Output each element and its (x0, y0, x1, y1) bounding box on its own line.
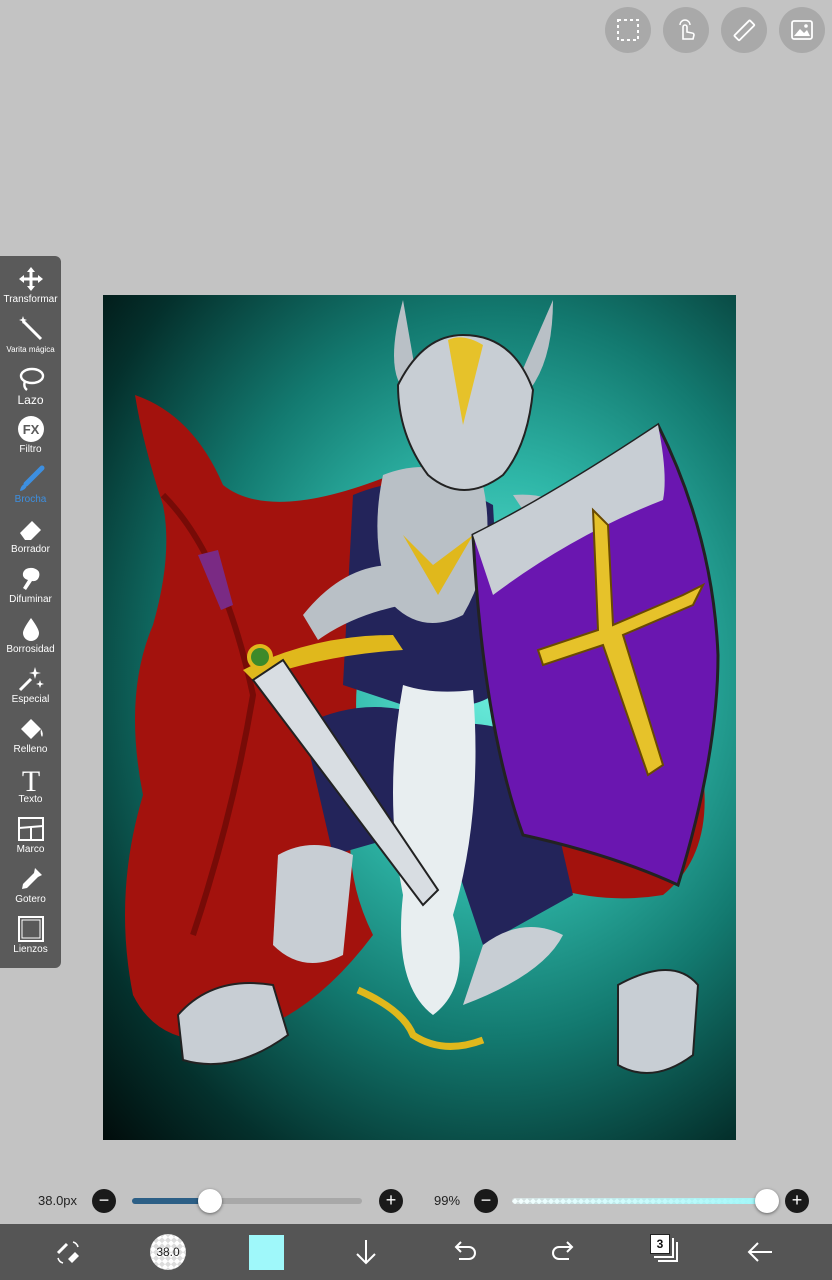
blur-drop-icon (22, 618, 39, 641)
opacity-slider-knob[interactable] (755, 1189, 779, 1213)
download-arrow-icon (356, 1240, 376, 1265)
opacity-value: 99% (434, 1193, 461, 1208)
brush-size-button[interactable]: 38.0 (150, 1234, 186, 1270)
back-button[interactable] (742, 1234, 778, 1270)
tool-label: Lienzos (13, 944, 48, 955)
tool-label: Varita mágica (6, 345, 55, 354)
opacity-slider[interactable] (512, 1189, 779, 1213)
svg-text:T: T (21, 765, 39, 793)
redo-icon (552, 1241, 574, 1260)
ruler-icon (733, 19, 756, 42)
lasso-icon (19, 367, 44, 391)
swap-tools-icon (56, 1241, 79, 1264)
tool-special[interactable]: Especial (0, 664, 61, 714)
back-arrow-icon (747, 1242, 772, 1262)
touch-gesture-icon (679, 19, 695, 40)
save-download-button[interactable] (348, 1234, 384, 1270)
text-t-icon: T (21, 765, 39, 793)
fill-bucket-icon (20, 719, 43, 739)
tool-label: Relleno (13, 744, 48, 755)
tool-canvas[interactable]: Lienzos (0, 914, 61, 964)
tool-label: Marco (16, 844, 45, 855)
brush-size-label: 38.0 (156, 1245, 180, 1259)
tool-eyedropper[interactable]: Gotero (0, 864, 61, 914)
selection-button[interactable] (605, 7, 651, 53)
tool-label: Texto (18, 794, 43, 805)
touch-gesture-button[interactable] (663, 7, 709, 53)
tool-label: Borrosidad (6, 644, 55, 655)
tool-label: Lazo (17, 393, 44, 407)
size-increase-button[interactable]: + (379, 1189, 403, 1213)
tool-label: Borrador (11, 544, 50, 555)
sparkle-wand-icon (18, 667, 44, 692)
tool-text[interactable]: T Texto (0, 764, 61, 814)
opacity-decrease-button[interactable]: − (474, 1189, 498, 1213)
tool-label: Especial (11, 694, 50, 705)
swap-tools-button[interactable] (50, 1234, 86, 1270)
tool-label: Difuminar (9, 594, 52, 605)
tool-filter[interactable]: FX Filtro (0, 414, 61, 464)
tool-transform[interactable]: Transformar (0, 264, 61, 314)
tool-sidebar: Transformar Varita mágica Lazo FX Filtro… (0, 256, 61, 968)
opacity-increase-button[interactable]: + (785, 1189, 809, 1213)
undo-button[interactable] (446, 1234, 482, 1270)
move-arrows-icon (18, 267, 43, 291)
undo-icon (454, 1241, 476, 1260)
tool-frame[interactable]: Marco (0, 814, 61, 864)
brush-sliders: 38.0px − + 99% − + (0, 1186, 832, 1216)
smudge-finger-icon (22, 567, 39, 590)
color-swatch[interactable] (249, 1235, 284, 1270)
brush-size-value: 38.0px (38, 1193, 78, 1208)
size-slider-knob[interactable] (198, 1189, 222, 1213)
tool-smudge[interactable]: Difuminar (0, 564, 61, 614)
tool-lasso[interactable]: Lazo (0, 364, 61, 414)
magic-wand-icon (18, 316, 42, 341)
selection-icon (617, 19, 639, 41)
brush-icon (19, 465, 44, 491)
tool-eraser[interactable]: Borrador (0, 514, 61, 564)
fx-icon: FX (17, 416, 44, 442)
redo-button[interactable] (546, 1234, 582, 1270)
ruler-button[interactable] (721, 7, 767, 53)
tool-magic-wand[interactable]: Varita mágica (0, 314, 61, 364)
canvas-icon (17, 916, 44, 942)
tool-label: Gotero (15, 894, 46, 905)
reference-image-icon (791, 20, 813, 40)
tool-fill[interactable]: Relleno (0, 714, 61, 764)
frame-divider-icon (17, 817, 44, 841)
tool-label: Filtro (19, 444, 42, 455)
eyedropper-icon (21, 868, 42, 889)
bottom-toolbar: 38.0 3 (0, 1224, 832, 1280)
tool-brush[interactable]: Brocha (0, 464, 61, 514)
size-decrease-button[interactable]: − (92, 1189, 116, 1213)
tool-label: Brocha (14, 494, 47, 505)
knight-artwork (125, 300, 720, 1074)
svg-text:FX: FX (22, 422, 39, 437)
drawing-canvas[interactable] (103, 295, 736, 1140)
eraser-icon (19, 521, 41, 540)
opacity-slider-fill (512, 1198, 767, 1204)
tool-blur[interactable]: Borrosidad (0, 614, 61, 664)
reference-image-button[interactable] (779, 7, 825, 53)
layer-count: 3 (650, 1234, 670, 1254)
size-slider[interactable] (132, 1189, 362, 1213)
tool-label: Transformar (3, 294, 58, 305)
layers-button[interactable]: 3 (650, 1234, 680, 1264)
